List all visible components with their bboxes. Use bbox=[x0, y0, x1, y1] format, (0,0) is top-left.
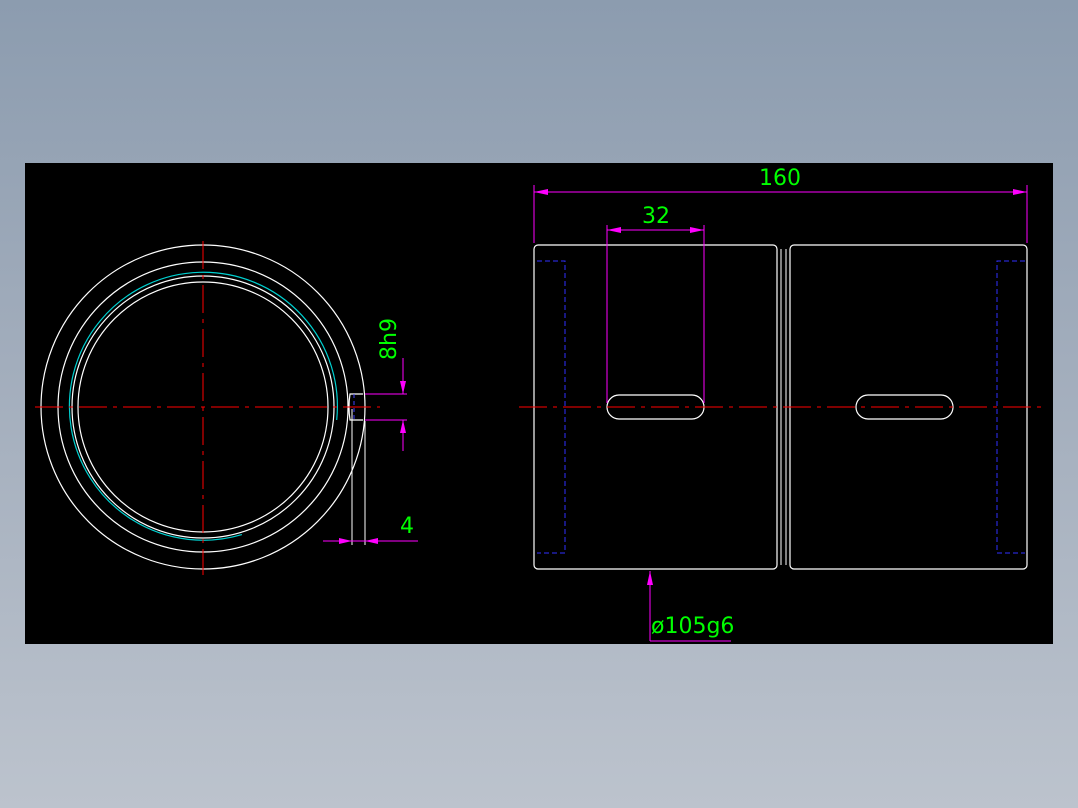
side-view: 160 32 ø105g6 bbox=[519, 166, 1043, 642]
overall-length-dimension: 160 bbox=[533, 166, 1028, 243]
diameter-label: ø105g6 bbox=[651, 614, 734, 639]
overall-length-label: 160 bbox=[759, 166, 801, 191]
end-view: 8h9 4 bbox=[35, 241, 418, 575]
dimension-arrow bbox=[534, 189, 548, 195]
dimension-arrow bbox=[365, 538, 378, 544]
slot-length-dimension: 32 bbox=[606, 204, 705, 403]
dimension-arrow bbox=[400, 420, 406, 433]
dimension-arrow bbox=[400, 381, 406, 394]
dimension-arrow bbox=[690, 227, 704, 233]
key-depth-label: 4 bbox=[400, 514, 414, 539]
dimension-arrow bbox=[339, 538, 352, 544]
leader-arrow bbox=[647, 571, 653, 585]
cad-drawing-canvas[interactable]: 8h9 4 160 32 ø105g6 bbox=[25, 163, 1053, 644]
slot-length-label: 32 bbox=[642, 204, 670, 229]
dimension-arrow bbox=[607, 227, 621, 233]
diameter-leader: ø105g6 bbox=[647, 571, 734, 642]
key-width-label: 8h9 bbox=[377, 318, 402, 360]
key-width-dimension: 8h9 bbox=[365, 318, 407, 451]
dimension-arrow bbox=[1013, 189, 1027, 195]
cad-drawing: 8h9 4 160 32 ø105g6 bbox=[35, 166, 1043, 642]
